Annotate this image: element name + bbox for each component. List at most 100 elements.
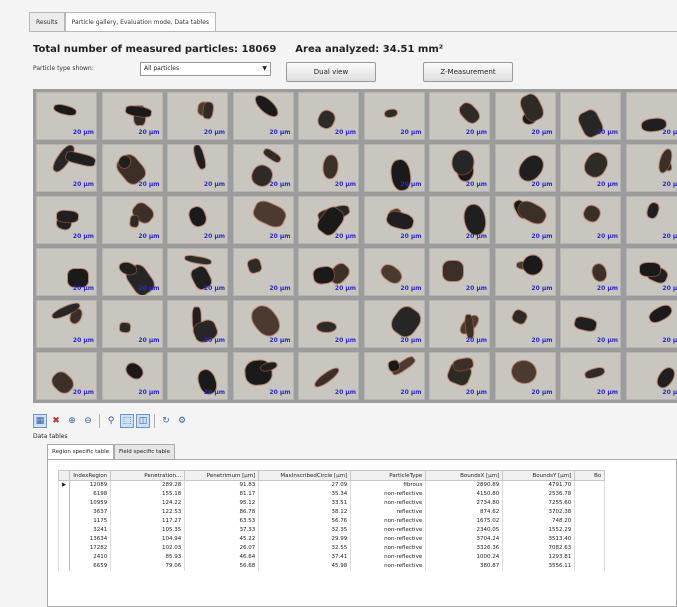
gallery-cell[interactable]: 20 µm — [494, 92, 556, 140]
gallery-cell[interactable]: 20 µm — [363, 248, 425, 296]
gallery-cell[interactable]: 20 µm — [363, 92, 425, 140]
gallery-cell[interactable]: 20 µm — [36, 352, 97, 400]
table-row[interactable]: 2410 85.93 46.64 37.41 non-reflective 1000.24… — [57, 552, 606, 562]
column-header[interactable]: Penetrimum [µm] — [184, 470, 260, 481]
z-measurement-button[interactable]: Z-Measurement — [423, 62, 513, 82]
gallery-cell[interactable]: 20 µm — [36, 300, 97, 348]
row-selector[interactable] — [57, 534, 71, 544]
gallery-cell[interactable]: 20 µm — [298, 196, 359, 244]
gallery-cell[interactable]: 20 µm — [494, 144, 556, 192]
column-header[interactable]: Penetration... — [110, 470, 186, 481]
refresh-icon[interactable]: ↻ — [159, 414, 173, 428]
gallery-cell[interactable]: 20 µm — [101, 300, 163, 348]
tab-results[interactable]: Results — [29, 12, 65, 32]
gallery-cell[interactable]: 20 µm — [494, 300, 556, 348]
row-selector[interactable] — [57, 552, 71, 562]
row-selector[interactable] — [57, 561, 71, 571]
gallery-cell[interactable]: 20 µm — [625, 144, 677, 192]
particle-type-select[interactable]: All particles ▼ — [140, 62, 271, 76]
column-header[interactable]: IndexRegion — [69, 470, 112, 481]
gallery-cell[interactable]: 20 µm — [494, 196, 556, 244]
gallery-cell[interactable]: 20 µm — [101, 92, 163, 140]
gallery-cell[interactable]: 20 µm — [560, 92, 621, 140]
gallery-cell[interactable]: 20 µm — [298, 352, 359, 400]
tab-gallery[interactable]: Particle gallery, Evaluation mode, Data … — [64, 12, 217, 32]
gallery-cell[interactable]: 20 µm — [36, 248, 97, 296]
zoom-out-icon[interactable]: ⊖ — [81, 414, 95, 428]
table-row[interactable]: 3241 105.35 37.33 32.35 non-reflective 2340.0… — [57, 525, 606, 535]
row-selector[interactable] — [57, 498, 71, 508]
image-view-icon[interactable]: ▦ — [33, 414, 47, 428]
row-selector[interactable] — [57, 489, 71, 499]
row-selector[interactable] — [57, 507, 71, 517]
dual-view-button[interactable]: Dual view — [286, 62, 376, 82]
gallery-cell[interactable]: 20 µm — [298, 248, 359, 296]
gallery-cell[interactable]: 20 µm — [560, 144, 621, 192]
row-selector[interactable]: ▶ — [57, 480, 71, 490]
gallery-cell[interactable]: 20 µm — [232, 248, 294, 296]
gallery-cell[interactable]: 20 µm — [429, 248, 490, 296]
gallery-cell[interactable]: 20 µm — [429, 92, 490, 140]
column-header[interactable]: MaxInscribedCircle [µm] — [258, 470, 352, 481]
gallery-cell[interactable]: 20 µm — [167, 352, 228, 400]
row-selector[interactable] — [57, 543, 71, 553]
gallery-cell[interactable]: 20 µm — [232, 196, 294, 244]
gallery-cell[interactable]: 20 µm — [429, 196, 490, 244]
row-selector[interactable] — [57, 516, 71, 526]
gallery-cell[interactable]: 20 µm — [101, 352, 163, 400]
magnify-icon[interactable]: ⚲ — [104, 414, 118, 428]
gallery-cell[interactable]: 20 µm — [363, 144, 425, 192]
gallery-cell[interactable]: 20 µm — [363, 300, 425, 348]
gallery-cell[interactable]: 20 µm — [167, 144, 228, 192]
gallery-cell[interactable]: 20 µm — [494, 248, 556, 296]
gallery-cell[interactable]: 20 µm — [232, 352, 294, 400]
table-row[interactable]: 13634 104.94 45.22 29.99 non-reflective 3704.… — [57, 534, 606, 544]
gallery-cell[interactable]: 20 µm — [101, 196, 163, 244]
column-header[interactable]: BoundsX [µm] — [425, 470, 504, 481]
gallery-cell[interactable]: 20 µm — [363, 352, 425, 400]
gallery-cell[interactable]: 20 µm — [429, 144, 490, 192]
gallery-cell[interactable]: 20 µm — [298, 300, 359, 348]
column-header[interactable]: BoundsY [µm] — [502, 470, 576, 481]
gallery-cell[interactable]: 20 µm — [167, 248, 228, 296]
table-row[interactable]: ▶ 12089 289.28 91.83 27.09 fibrous 2890.89 4791… — [57, 480, 606, 490]
table-row[interactable]: 6198 155.18 81.17 35.34 non-reflective 4150.8… — [57, 489, 606, 499]
table-row[interactable]: 17282 102.03 26.07 32.55 non-reflective 3326.… — [57, 543, 606, 553]
gallery-cell[interactable]: 20 µm — [494, 352, 556, 400]
gallery-cell[interactable]: 20 µm — [625, 92, 677, 140]
gallery-cell[interactable]: 20 µm — [167, 300, 228, 348]
gallery-cell[interactable]: 20 µm — [363, 196, 425, 244]
zoom-in-icon[interactable]: ⊕ — [65, 414, 79, 428]
gallery-cell[interactable]: 20 µm — [625, 300, 677, 348]
gallery-cell[interactable]: 20 µm — [36, 92, 97, 140]
gallery-cell[interactable]: 20 µm — [298, 144, 359, 192]
gallery-cell[interactable]: 20 µm — [560, 352, 621, 400]
gallery-cell[interactable]: 20 µm — [36, 196, 97, 244]
delete-icon[interactable]: ✖ — [49, 414, 63, 428]
gallery-cell[interactable]: 20 µm — [560, 300, 621, 348]
gallery-cell[interactable]: 20 µm — [560, 196, 621, 244]
table-row[interactable]: 6659 79.06 56.68 45.98 non-reflective 380.87 3… — [57, 561, 606, 571]
gallery-cell[interactable]: 20 µm — [625, 248, 677, 296]
tab-field-specific[interactable]: Field specific table — [114, 444, 175, 459]
gallery-cell[interactable]: 20 µm — [625, 196, 677, 244]
table-row[interactable]: 10959 124.22 95.12 33.51 non-reflective 2734.… — [57, 498, 606, 508]
gallery-cell[interactable]: 20 µm — [625, 352, 677, 400]
gallery-cell[interactable]: 20 µm — [232, 92, 294, 140]
gallery-cell[interactable]: 20 µm — [36, 144, 97, 192]
table-row[interactable]: 3637 122.53 86.78 38.12 reflective 874.62 3702… — [57, 507, 606, 517]
select-region-icon[interactable]: ⬚ — [120, 414, 134, 428]
column-header[interactable]: Bo — [574, 470, 606, 481]
table-row[interactable]: 1175 117.27 63.53 56.76 non-reflective 1675.0… — [57, 516, 606, 526]
gallery-cell[interactable]: 20 µm — [429, 352, 490, 400]
gallery-cell[interactable]: 20 µm — [167, 92, 228, 140]
gallery-cell[interactable]: 20 µm — [101, 248, 163, 296]
tab-region-specific[interactable]: Region specific table — [47, 444, 115, 459]
gallery-cell[interactable]: 20 µm — [298, 92, 359, 140]
settings-icon[interactable]: ⚙ — [175, 414, 189, 428]
gallery-cell[interactable]: 20 µm — [167, 196, 228, 244]
column-header[interactable]: ParticleType — [350, 470, 427, 481]
measure-icon[interactable]: ◫ — [136, 414, 150, 428]
gallery-cell[interactable]: 20 µm — [232, 300, 294, 348]
gallery-cell[interactable]: 20 µm — [101, 144, 163, 192]
